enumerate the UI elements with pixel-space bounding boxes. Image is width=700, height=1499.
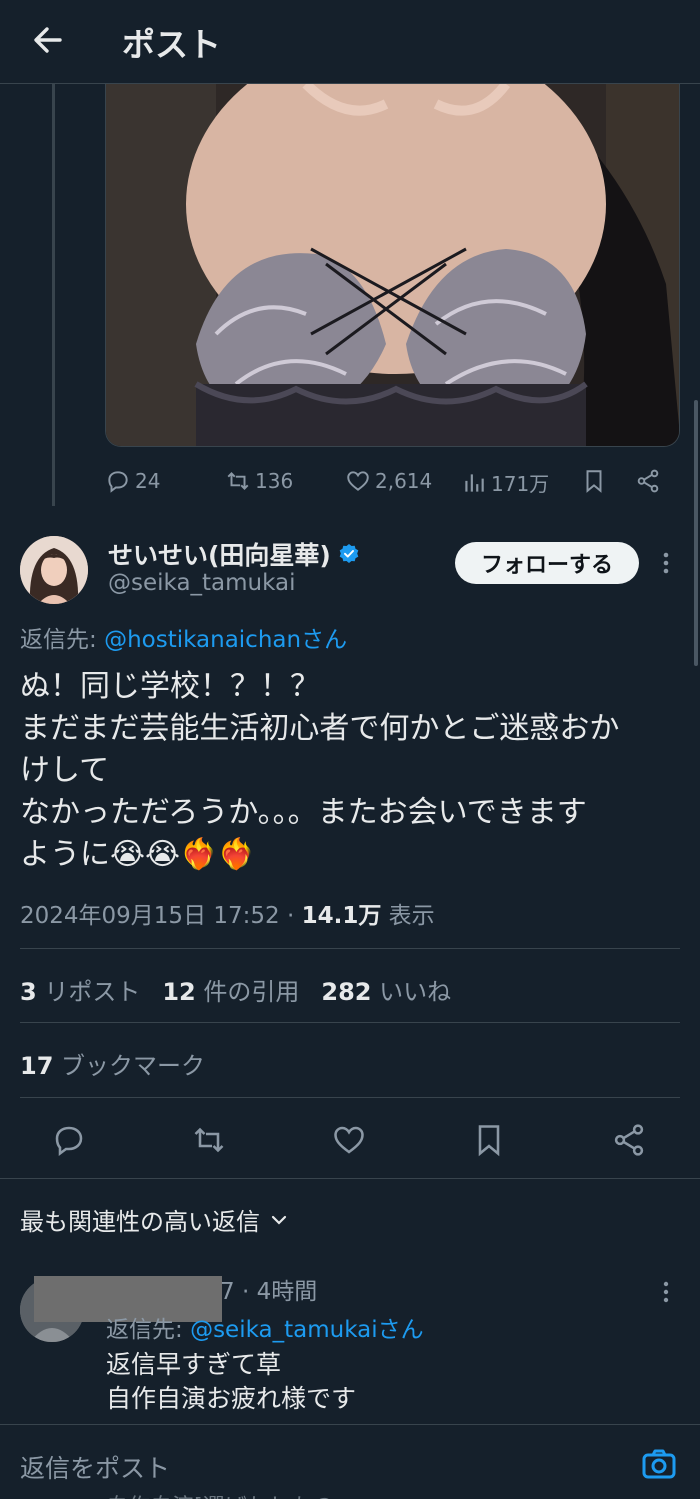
- post-text: ぬ！同じ学校！？！？ まだまだ芸能生活初心者で何かとご迷惑おか けして なかった…: [20, 669, 620, 872]
- bookmark-icon: [586, 470, 602, 493]
- repost-icon[interactable]: [191, 1122, 227, 1158]
- repost-action[interactable]: 136: [225, 468, 293, 494]
- camera-icon[interactable]: [640, 1445, 678, 1483]
- reply-meta: 7 · 4時間: [220, 1279, 318, 1305]
- reply-sort-label: 最も関連性の高い返信: [20, 1208, 260, 1236]
- reply-input[interactable]: 返信をポスト: [20, 1449, 170, 1485]
- timestamp-text[interactable]: 2024年09月15日 17:52 ·: [20, 903, 302, 929]
- reply-to-mention-link[interactable]: @hostikanaichanさん: [104, 627, 347, 653]
- chevron-down-icon: [271, 1215, 287, 1225]
- share-icon: [637, 469, 659, 493]
- divider: [20, 948, 680, 949]
- composer-underlying-text: 自作自演[選ばれしもの: [106, 1489, 335, 1499]
- bookmark-action[interactable]: [581, 468, 607, 494]
- repost-count: 136: [255, 469, 294, 493]
- heart-icon[interactable]: [331, 1122, 367, 1158]
- views-label: 表示: [381, 903, 435, 929]
- reply-sort-dropdown[interactable]: 最も関連性の高い返信: [20, 1202, 290, 1237]
- bookmark-icon[interactable]: [471, 1122, 507, 1158]
- bookmarks-stat[interactable]: 17 ブックマーク: [20, 1046, 205, 1081]
- engagement-stats: 3 リポスト 12 件の引用 282 いいね: [20, 972, 451, 1007]
- author-name-row[interactable]: せいせい(田向星華): [108, 536, 361, 572]
- previous-post-actions: 24 136 2,614 171万: [105, 462, 685, 502]
- reply-action[interactable]: 24: [105, 468, 160, 494]
- thread-connector-line: [52, 84, 55, 506]
- top-bar: ポスト: [0, 0, 700, 84]
- like-count: 2,614: [375, 469, 433, 493]
- likes-stat[interactable]: 282 いいね: [321, 972, 451, 1007]
- back-arrow-icon[interactable]: [28, 20, 68, 60]
- author-name[interactable]: せいせい(田向星華): [108, 536, 331, 572]
- author-avatar[interactable]: [20, 536, 88, 604]
- follow-button[interactable]: フォローする: [455, 542, 639, 584]
- author-handle[interactable]: @seika_tamukai: [108, 570, 296, 596]
- reply-replyto-prefix: 返信先:: [106, 1317, 191, 1343]
- views-count-bold: 14.1万: [301, 903, 382, 929]
- share-action[interactable]: [635, 468, 661, 494]
- page-title: ポスト: [122, 25, 221, 64]
- reposts-stat[interactable]: 3 リポスト: [20, 972, 140, 1007]
- reply-count: 24: [135, 469, 161, 493]
- heart-icon: [347, 471, 369, 491]
- post-action-bar: [0, 1112, 700, 1168]
- reply-icon[interactable]: [51, 1122, 87, 1158]
- reply-replyto-mention-link[interactable]: @seika_tamukaiさん: [190, 1317, 424, 1343]
- post-timestamp: 2024年09月15日 17:52 · 14.1万 表示: [20, 896, 435, 930]
- reply-text: 返信早すぎて草 自作自演お疲れ様です: [106, 1350, 357, 1413]
- views-action[interactable]: 171万: [461, 468, 549, 497]
- more-options-icon[interactable]: [656, 548, 676, 578]
- more-options-icon[interactable]: [656, 1278, 676, 1306]
- reply-composer: 返信をポスト 自作自演[選ばれしもの: [0, 1424, 700, 1499]
- divider: [20, 1097, 680, 1098]
- divider: [0, 1178, 700, 1179]
- reply-to-prefix: 返信先:: [20, 627, 105, 653]
- verified-badge-icon: [339, 544, 359, 563]
- post-media-image[interactable]: [105, 84, 680, 447]
- scrollbar[interactable]: [694, 400, 698, 666]
- share-icon[interactable]: [611, 1122, 647, 1158]
- reply-icon: [108, 471, 128, 493]
- quotes-stat[interactable]: 12 件の引用: [162, 972, 299, 1007]
- divider: [20, 1022, 680, 1023]
- reply-to-line: 返信先: @hostikanaichanさん: [20, 620, 347, 654]
- repost-icon: [227, 472, 249, 490]
- views-count: 171万: [491, 472, 550, 496]
- bar-chart-icon: [465, 473, 484, 492]
- like-action[interactable]: 2,614: [345, 468, 432, 494]
- reply-replyto-line: 返信先: @seika_tamukaiさん: [106, 1310, 424, 1344]
